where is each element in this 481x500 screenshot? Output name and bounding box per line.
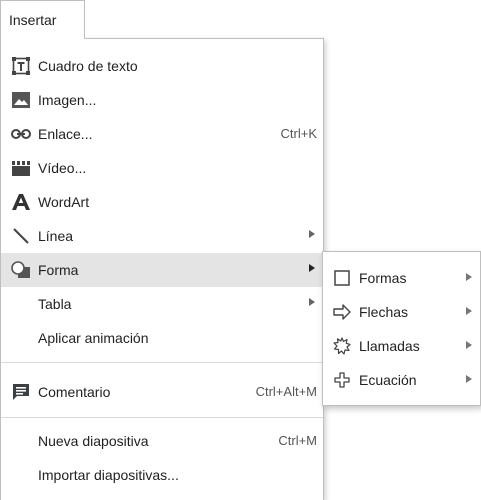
submenu-item-shapes[interactable]: Formas bbox=[323, 261, 480, 295]
submenu-arrow-icon bbox=[309, 230, 315, 238]
menu-item-video[interactable]: Vídeo... bbox=[1, 151, 323, 185]
menu-insertar[interactable]: Insertar bbox=[0, 0, 85, 39]
menu-item-label: Vídeo... bbox=[38, 160, 87, 176]
menu-item-label: Enlace... bbox=[38, 126, 93, 142]
submenu-arrow-icon bbox=[466, 273, 472, 281]
menu-item-label: WordArt bbox=[38, 194, 90, 210]
menu-item-link[interactable]: Enlace... Ctrl+K bbox=[1, 117, 323, 151]
wordart-icon bbox=[11, 193, 31, 211]
line-icon bbox=[11, 227, 31, 245]
menu-item-new-slide[interactable]: Nueva diapositiva Ctrl+M bbox=[1, 424, 323, 458]
menu-insertar-label: Insertar bbox=[9, 12, 57, 28]
menu-item-label: Nueva diapositiva bbox=[38, 433, 149, 449]
menu-item-table[interactable]: Tabla bbox=[1, 287, 323, 321]
menu-item-wordart[interactable]: WordArt bbox=[1, 185, 323, 219]
screen: Insertar Cuadro de texto Imagen... Enlac… bbox=[0, 0, 481, 500]
comment-icon bbox=[11, 383, 31, 401]
shape-icon bbox=[11, 261, 31, 279]
menu-item-animation[interactable]: Aplicar animación bbox=[1, 321, 323, 355]
submenu-arrow-icon bbox=[309, 298, 315, 306]
menu-item-label: Imagen... bbox=[38, 92, 97, 108]
submenu-item-label: Llamadas bbox=[359, 338, 420, 354]
submenu-item-label: Flechas bbox=[359, 304, 409, 320]
menu-item-import-slides[interactable]: Importar diapositivas... bbox=[1, 458, 323, 492]
arrow-shape-icon bbox=[333, 303, 351, 321]
menu-item-text-box[interactable]: Cuadro de texto bbox=[1, 49, 323, 83]
menu-item-label: Cuadro de texto bbox=[38, 58, 138, 74]
insert-dropdown-menu: Cuadro de texto Imagen... Enlace... Ctrl… bbox=[0, 38, 324, 500]
menu-item-label: Comentario bbox=[38, 384, 111, 400]
submenu-item-equation[interactable]: Ecuación bbox=[323, 363, 480, 397]
menu-item-comment[interactable]: Comentario Ctrl+Alt+M bbox=[1, 375, 323, 409]
shortcut-hint: Ctrl+K bbox=[280, 126, 317, 141]
rectangle-icon bbox=[333, 269, 351, 287]
plus-shape-icon bbox=[333, 371, 351, 389]
callout-icon bbox=[333, 337, 351, 355]
menu-item-shape[interactable]: Forma bbox=[1, 253, 323, 287]
submenu-arrow-icon bbox=[309, 264, 315, 272]
link-icon bbox=[11, 125, 31, 143]
menu-divider bbox=[1, 417, 323, 418]
video-icon bbox=[11, 159, 31, 177]
menu-item-line[interactable]: Línea bbox=[1, 219, 323, 253]
shape-submenu: Formas Flechas Llamadas Ecuación bbox=[322, 251, 481, 406]
submenu-item-callouts[interactable]: Llamadas bbox=[323, 329, 480, 363]
submenu-arrow-icon bbox=[466, 341, 472, 349]
text-box-icon bbox=[11, 57, 31, 75]
submenu-item-label: Formas bbox=[359, 270, 407, 286]
submenu-item-label: Ecuación bbox=[359, 372, 417, 388]
image-icon bbox=[11, 91, 31, 109]
menu-item-label: Importar diapositivas... bbox=[38, 467, 179, 483]
menu-item-label: Tabla bbox=[38, 296, 72, 312]
shortcut-hint: Ctrl+M bbox=[278, 433, 317, 448]
submenu-arrow-icon bbox=[466, 375, 472, 383]
menu-item-label: Aplicar animación bbox=[38, 330, 149, 346]
menu-divider bbox=[1, 362, 323, 363]
menu-item-image[interactable]: Imagen... bbox=[1, 83, 323, 117]
menu-item-label: Línea bbox=[38, 228, 74, 244]
submenu-item-arrows[interactable]: Flechas bbox=[323, 295, 480, 329]
submenu-arrow-icon bbox=[466, 307, 472, 315]
menu-item-label: Forma bbox=[38, 262, 79, 278]
shortcut-hint: Ctrl+Alt+M bbox=[255, 384, 317, 399]
